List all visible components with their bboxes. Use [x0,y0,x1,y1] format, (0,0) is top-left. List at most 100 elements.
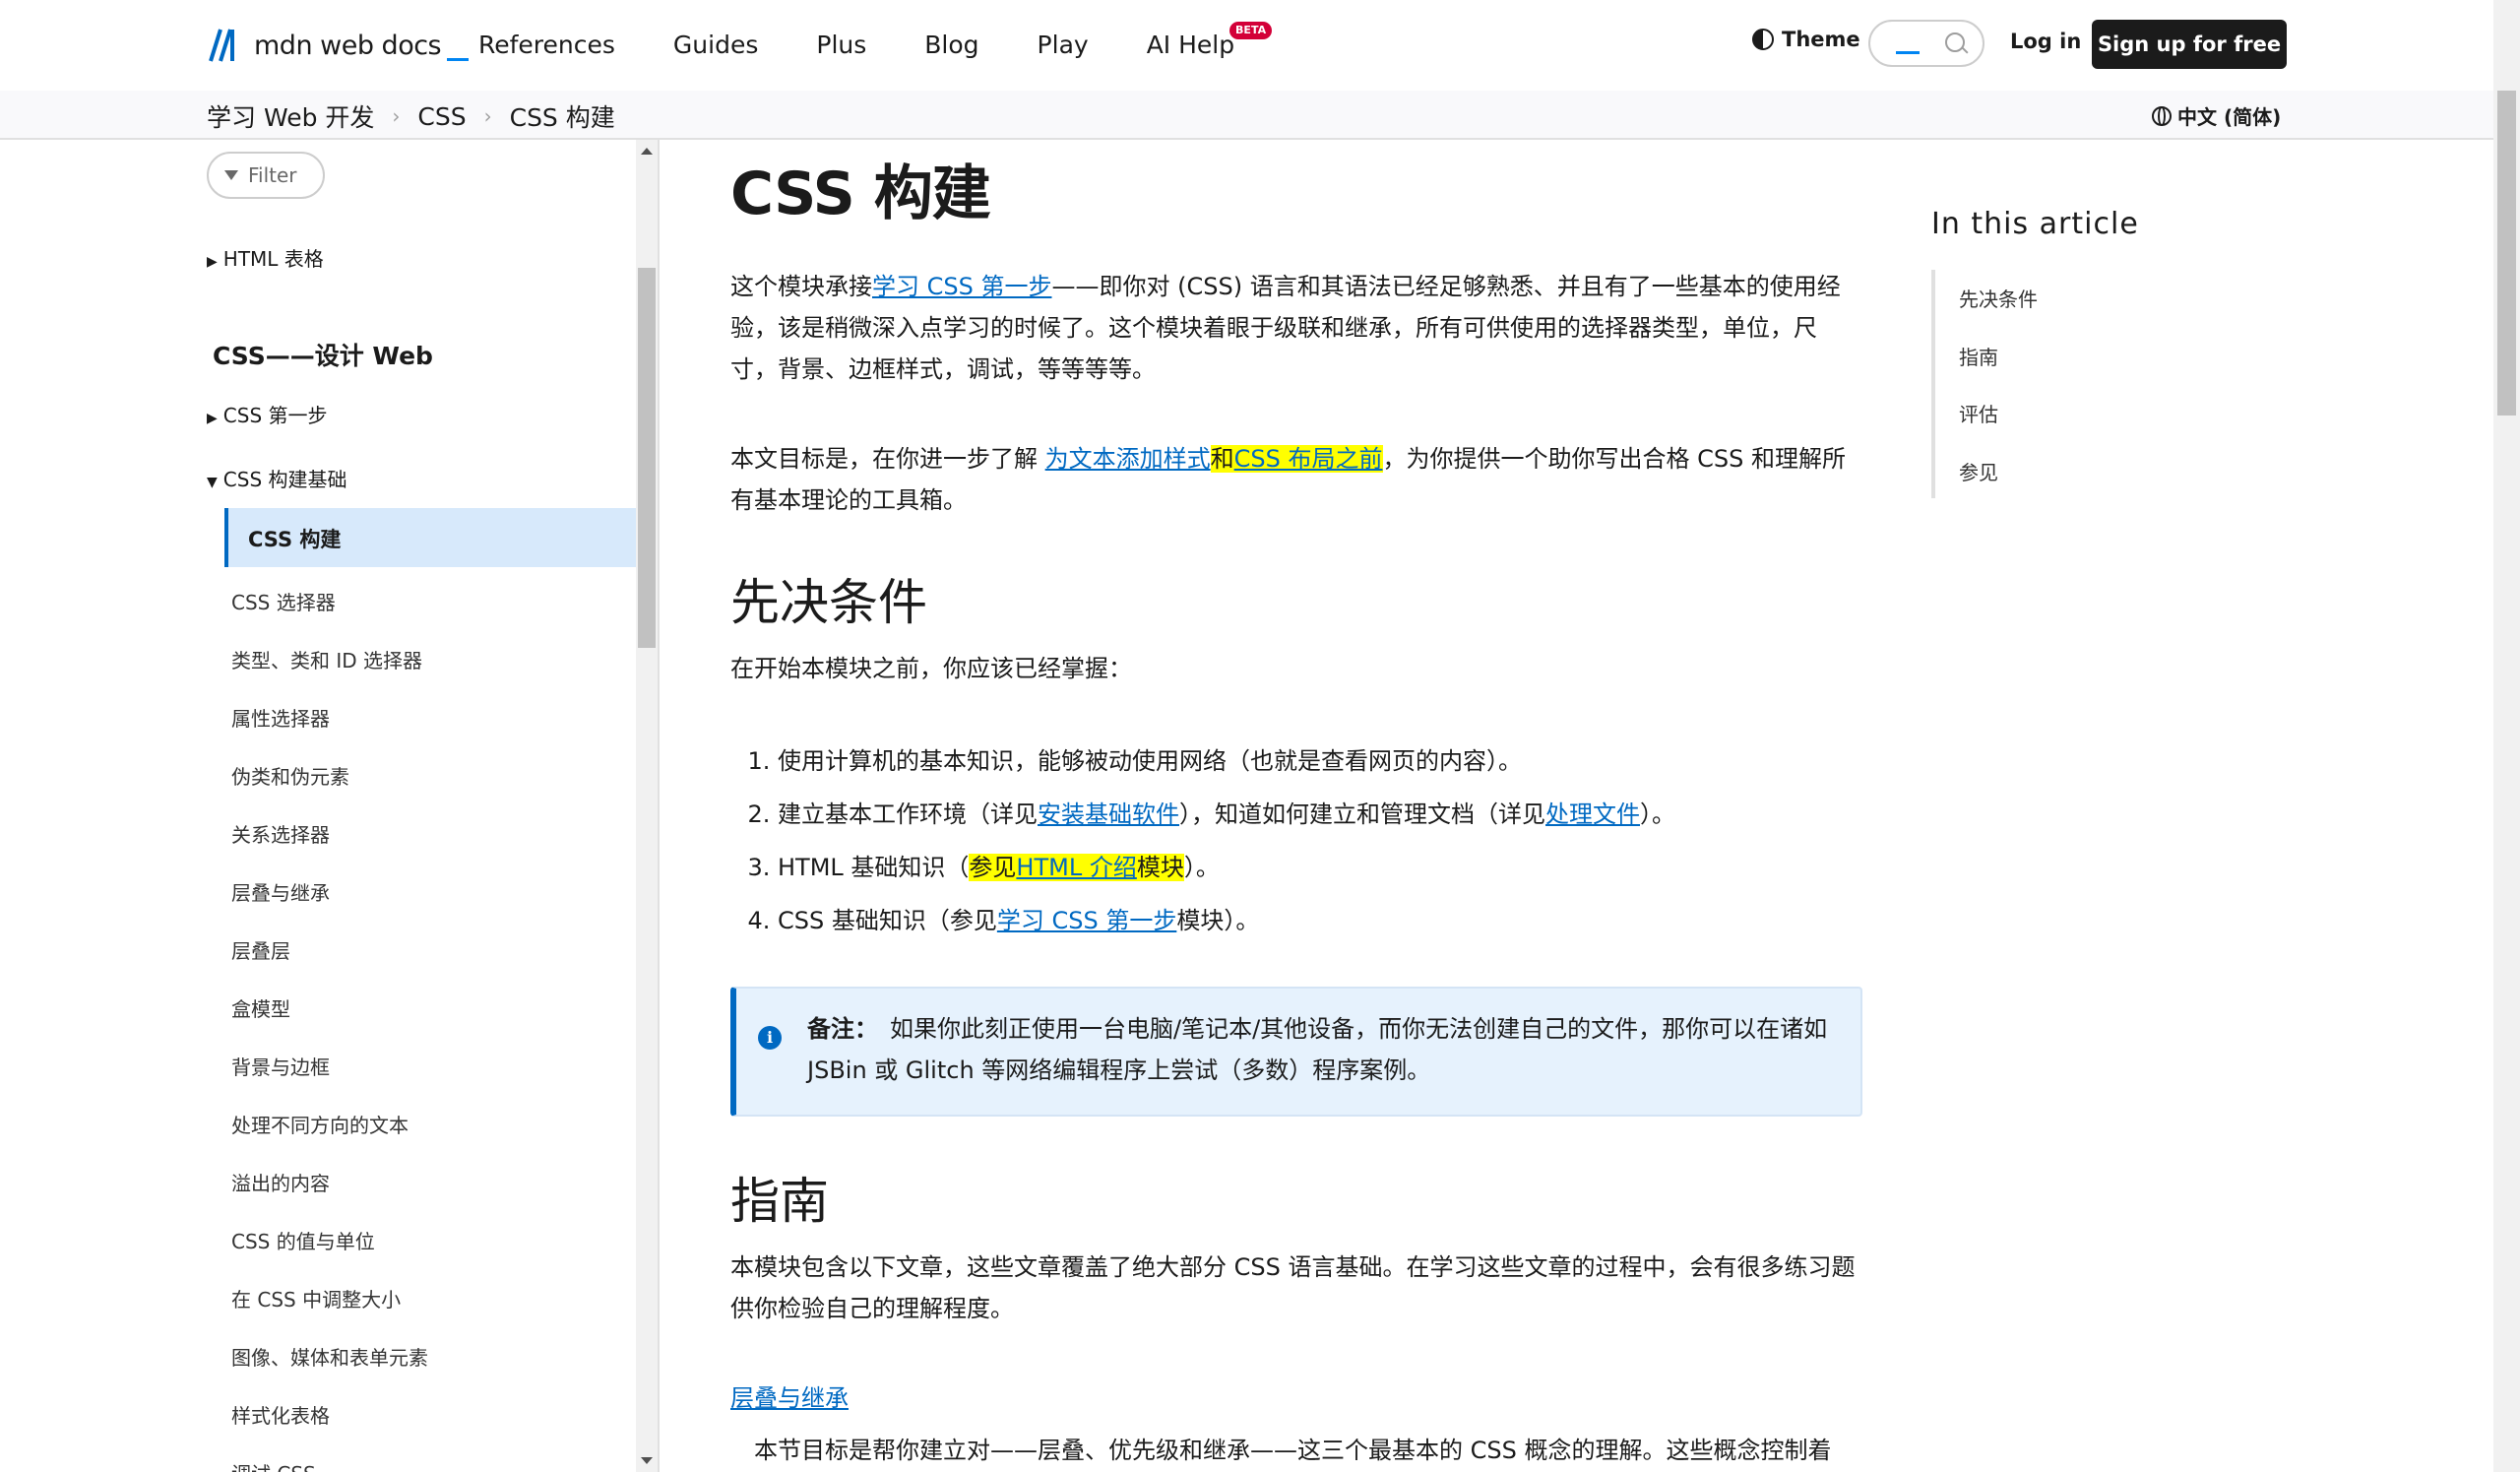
sidebar-item-media-forms[interactable]: 图像、媒体和表单元素 [231,1342,428,1371]
link-styling-text[interactable]: 为文本添加样式 [1045,445,1211,473]
guide-description: 本节目标是帮你建立对——层叠、优先级和继承——这三个最基本的 CSS 概念的理解… [754,1437,1832,1464]
sidebar-section-title: CSS——设计 Web [213,342,433,370]
breadcrumb-item-css[interactable]: CSS [417,102,466,131]
caret-right-icon: ▶ [207,411,218,426]
list-item-text: 建立基本工作环境（详见 [778,800,1038,828]
filter-input[interactable]: Filter [207,152,325,199]
link-css-layout[interactable]: CSS 布局之前 [1233,445,1383,473]
sidebar-item-tables[interactable]: 样式化表格 [231,1400,330,1429]
toc-title: In this article [1931,207,2139,241]
goal-text-mid: 和 [1210,445,1234,473]
page-scrollbar[interactable] [2493,0,2520,1472]
login-link[interactable]: Log in [2010,30,2081,53]
language-switcher[interactable]: 中文 (简体) [2152,101,2281,130]
note-callout: i 备注： 如果你此刻正使用一台电脑/笔记本/其他设备，而你无法创建自己的文件，那… [730,987,1862,1117]
signup-button[interactable]: Sign up for free [2092,20,2287,69]
list-item: HTML 基础知识（参见HTML 介绍模块）。 [778,841,1860,894]
sidebar-item-type-class-id[interactable]: 类型、类和 ID 选择器 [231,645,422,673]
note-body: 如果你此刻正使用一台电脑/笔记本/其他设备，而你无法创建自己的文件，那你可以在诸… [807,1015,1828,1084]
chevron-right-icon: › [392,104,401,128]
filter-label: Filter [248,163,297,187]
link-first-steps[interactable]: 学习 CSS 第一步 [872,273,1051,300]
list-item-text: ）。 [1640,800,1675,828]
sidebar-item-sizing[interactable]: 在 CSS 中调整大小 [231,1284,401,1312]
toc-entry-prerequisites[interactable]: 先决条件 [1959,284,2038,312]
sidebar-item-selectors[interactable]: CSS 选择器 [231,587,336,615]
note-text: 备注： 如果你此刻正使用一台电脑/笔记本/其他设备，而你无法创建自己的文件，那你可… [807,1008,1841,1091]
list-item-text: ），知道如何建立和管理文档（详见 [1179,800,1545,828]
toc-entry-assessments[interactable]: 评估 [1959,399,1998,427]
sidebar-item-debugging[interactable]: 调试 CSS [231,1458,316,1472]
page-title: CSS 构建 [730,160,991,228]
nav-play[interactable]: Play [1038,26,1089,65]
guide-intro: 本模块包含以下文章，这些文章覆盖了绝大部分 CSS 语言基础。在学习这些文章的过… [730,1253,1856,1322]
logo-cursor [447,57,470,61]
mdn-logo[interactable]: mdn web docs [207,26,470,65]
theme-label: Theme [1782,28,1860,51]
sidebar-item-attribute-selectors[interactable]: 属性选择器 [231,703,330,732]
sidebar-item-pseudo[interactable]: 伪类和伪元素 [231,761,349,790]
sidebar-scrollbar[interactable] [636,140,658,1472]
link-first-steps-2[interactable]: 学习 CSS 第一步 [997,907,1176,934]
list-item-text: HTML 基础知识（ [778,854,970,881]
sidebar-scroll-thumb[interactable] [638,268,656,648]
logo-text: mdn web docs [254,30,442,61]
sidebar-item-active[interactable]: CSS 构建 [224,508,636,567]
nav-guides[interactable]: Guides [673,26,758,65]
prereq-intro: 在开始本模块之前，你应该已经掌握： [730,655,1132,682]
breadcrumb: 学习 Web 开发 › CSS › CSS 构建 [207,98,615,134]
sidebar-item-first-steps[interactable]: ▶ CSS 第一步 [207,400,328,428]
theme-button[interactable]: Theme [1752,28,1860,51]
sidebar-item-box-model[interactable]: 盒模型 [231,993,290,1022]
list-item-text: ）。 [1183,854,1220,881]
sidebar-item-cascade-layers[interactable]: 层叠层 [231,935,290,964]
list-item: 使用计算机的基本知识，能够被动使用网络（也就是查看网页的内容）。 [778,735,1860,788]
breadcrumb-item-learn[interactable]: 学习 Web 开发 [207,98,374,134]
sidebar-item-combinators[interactable]: 关系选择器 [231,819,330,848]
search-icon[interactable] [1945,32,1965,52]
search-caret [1896,51,1920,54]
sidebar-item-overflow[interactable]: 溢出的内容 [231,1168,330,1196]
toc-entry-see-also[interactable]: 参见 [1959,457,1998,485]
link-install-software[interactable]: 安装基础软件 [1038,800,1179,828]
sidebar-item-backgrounds[interactable]: 背景与边框 [231,1052,330,1080]
sidebar-item-building-blocks[interactable]: ▼ CSS 构建基础 [207,464,347,492]
goal-paragraph: 本文目标是，在你进一步了解 为文本添加样式和CSS 布局之前，为你提供一个助你写… [730,438,1862,521]
search-input[interactable] [1868,20,1984,67]
sidebar-item-values-units[interactable]: CSS 的值与单位 [231,1226,375,1254]
globe-icon [2152,105,2172,126]
language-label: 中文 (简体) [2177,105,2282,129]
sidebar-item-cascade[interactable]: 层叠与继承 [231,877,330,906]
filter-icon [224,170,238,180]
list-item-text: 使用计算机的基本知识，能够被动使用网络（也就是查看网页的内容）。 [778,747,1522,775]
sidebar-item-label: CSS 构建基础 [222,468,347,491]
intro-text-pre: 这个模块承接 [730,273,872,300]
nav-plus[interactable]: Plus [816,26,866,65]
nav-ai-help[interactable]: AI Help BETA [1147,22,1273,65]
heading-guides: 指南 [730,1173,829,1230]
nav-references[interactable]: References [478,26,615,65]
scroll-down-icon[interactable] [641,1457,653,1464]
toc-entry-guides[interactable]: 指南 [1959,342,1998,370]
toc-rail [1931,270,1935,498]
list-item: 建立基本工作环境（详见安装基础软件），知道如何建立和管理文档（详见处理文件）。 [778,788,1860,841]
nav-blog[interactable]: Blog [924,26,978,65]
sidebar-item-writing-modes[interactable]: 处理不同方向的文本 [231,1110,409,1138]
guide-link-row: 层叠与继承 [730,1377,1862,1419]
list-item-text: 参见 [969,854,1017,881]
prereq-list: 使用计算机的基本知识，能够被动使用网络（也就是查看网页的内容）。 建立基本工作环… [730,735,1860,947]
scroll-up-icon[interactable] [641,148,653,155]
link-cascade-inheritance[interactable]: 层叠与继承 [730,1384,849,1412]
page-scroll-thumb[interactable] [2497,91,2516,416]
heading-prerequisites: 先决条件 [730,574,927,631]
breadcrumb-item-current[interactable]: CSS 构建 [510,98,615,134]
goal-text-pre: 本文目标是，在你进一步了解 [730,445,1045,473]
sidebar-item-label: HTML 表格 [222,247,324,271]
sidebar-item-html-tables[interactable]: ▶ HTML 表格 [207,243,324,272]
caret-down-icon: ▼ [207,475,218,490]
list-item-text: CSS 基础知识（参见 [778,907,997,934]
sidebar-item-label: CSS 第一步 [222,404,328,427]
theme-icon [1752,29,1774,50]
link-dealing-with-files[interactable]: 处理文件 [1545,800,1640,828]
link-html-intro[interactable]: HTML 介绍 [1016,854,1137,881]
